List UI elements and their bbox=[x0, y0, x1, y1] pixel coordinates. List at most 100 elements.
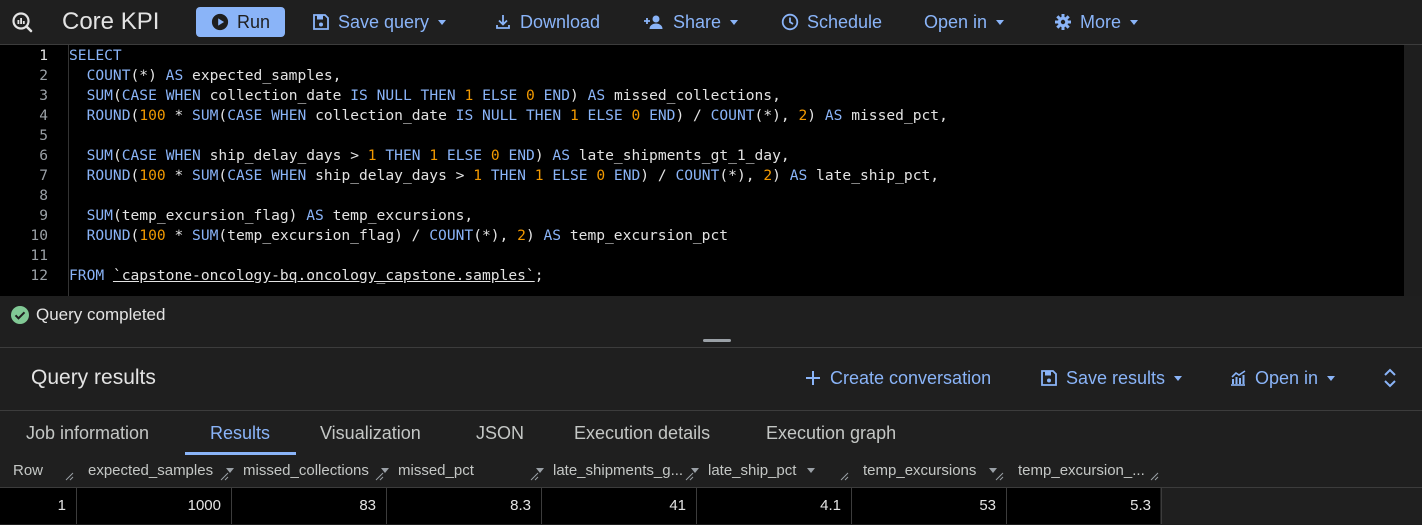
table-cell[interactable]: 1000 bbox=[77, 488, 232, 524]
save-icon bbox=[313, 14, 329, 30]
table-cell[interactable]: 4.1 bbox=[697, 488, 852, 524]
column-header-label: temp_excursions bbox=[863, 462, 977, 479]
line-number-gutter: 1 2 3 4 5 6 7 8 9 10 11 12 bbox=[0, 45, 58, 296]
chevron-down-icon bbox=[1174, 376, 1183, 381]
open-in-button[interactable]: Open in bbox=[924, 0, 1005, 44]
schedule-button[interactable]: Schedule bbox=[781, 0, 882, 44]
panel-divider bbox=[0, 347, 1422, 348]
column-header[interactable]: temp_excursions bbox=[863, 455, 1003, 487]
download-label: Download bbox=[520, 11, 601, 32]
column-resize-handle[interactable] bbox=[994, 471, 1004, 481]
column-header-label: missed_collections bbox=[243, 462, 369, 479]
tab-job-information[interactable]: Job information bbox=[26, 411, 149, 455]
column-header-label: late_ship_pct bbox=[708, 462, 797, 479]
share-label: Share bbox=[673, 11, 722, 32]
line-number: 10 bbox=[30, 227, 48, 244]
line-number: 7 bbox=[39, 167, 48, 184]
status-text: Query completed bbox=[36, 305, 166, 324]
line-number: 1 bbox=[39, 47, 48, 64]
column-header[interactable]: missed_collections bbox=[243, 455, 383, 487]
more-label: More bbox=[1080, 11, 1122, 32]
column-resize-handle[interactable] bbox=[374, 471, 384, 481]
line-number: 5 bbox=[39, 127, 48, 144]
tab-results[interactable]: Results bbox=[210, 411, 270, 455]
column-header-label: missed_pct bbox=[398, 462, 474, 479]
code-line[interactable]: ROUND(100 * SUM(CASE WHEN ship_delay_day… bbox=[69, 166, 939, 186]
run-button[interactable]: Run bbox=[196, 7, 285, 37]
code-line[interactable]: SUM(CASE WHEN collection_date IS NULL TH… bbox=[69, 86, 781, 106]
query-status: Query completed bbox=[10, 302, 165, 328]
table-cell[interactable]: 5.3 bbox=[1007, 488, 1162, 524]
chevron-down-icon bbox=[730, 20, 739, 25]
column-resize-handle[interactable] bbox=[64, 471, 74, 481]
column-header-label: temp_excursion_... bbox=[1018, 462, 1145, 479]
results-tabs: Job information Results Visualization JS… bbox=[0, 410, 1422, 456]
table-cell[interactable]: 83 bbox=[232, 488, 387, 524]
code-line[interactable]: ROUND(100 * SUM(CASE WHEN collection_dat… bbox=[69, 106, 948, 126]
column-header-label: expected_samples bbox=[88, 462, 214, 479]
check-circle-icon bbox=[11, 306, 29, 324]
column-header[interactable]: expected_samples bbox=[88, 455, 228, 487]
save-results-button[interactable]: Save results bbox=[1040, 366, 1183, 390]
tab-execution-details[interactable]: Execution details bbox=[574, 411, 710, 455]
code-line[interactable]: COUNT(*) AS expected_samples, bbox=[69, 66, 342, 86]
create-conversation-label: Create conversation bbox=[830, 367, 992, 388]
column-resize-handle[interactable] bbox=[529, 471, 539, 481]
tab-execution-graph[interactable]: Execution graph bbox=[766, 411, 896, 455]
query-title[interactable]: Core KPI bbox=[62, 0, 159, 44]
column-resize-handle[interactable] bbox=[219, 471, 229, 481]
column-resize-handle[interactable] bbox=[839, 471, 849, 481]
line-number: 8 bbox=[39, 187, 48, 204]
run-button-label: Run bbox=[236, 11, 271, 32]
create-conversation-button[interactable]: Create conversation bbox=[804, 366, 991, 390]
column-header[interactable]: missed_pct bbox=[398, 455, 538, 487]
download-button[interactable]: Download bbox=[494, 0, 600, 44]
chart-icon bbox=[1231, 370, 1246, 386]
bigquery-logo-icon bbox=[10, 0, 34, 44]
unfold-icon bbox=[1384, 368, 1396, 388]
play-icon bbox=[211, 13, 229, 31]
more-button[interactable]: More bbox=[1054, 0, 1139, 44]
editor-scrollbar[interactable] bbox=[1404, 45, 1422, 296]
tab-visualization[interactable]: Visualization bbox=[320, 411, 421, 455]
chevron-down-icon bbox=[1327, 376, 1336, 381]
column-header[interactable]: temp_excursion_... bbox=[1018, 455, 1158, 487]
column-resize-handle[interactable] bbox=[1149, 471, 1159, 481]
results-title: Query results bbox=[31, 366, 156, 389]
table-cell[interactable]: 1 bbox=[0, 488, 77, 524]
schedule-label: Schedule bbox=[807, 11, 883, 32]
line-number: 2 bbox=[39, 67, 48, 84]
plus-icon bbox=[806, 371, 820, 385]
open-in-label: Open in bbox=[924, 11, 988, 32]
code-line[interactable]: FROM `capstone-oncology-bq.oncology_caps… bbox=[69, 266, 544, 286]
code-line[interactable]: SUM(CASE WHEN ship_delay_days > 1 THEN 1… bbox=[69, 146, 790, 166]
sort-icon[interactable] bbox=[806, 455, 816, 487]
code-line[interactable]: SUM(temp_excursion_flag) AS temp_excursi… bbox=[69, 206, 474, 226]
table-row[interactable]: 1 1000 83 8.3 41 4.1 53 5.3 bbox=[0, 488, 1162, 524]
sql-editor[interactable]: 1 2 3 4 5 6 7 8 9 10 11 12 SELECT COUNT(… bbox=[0, 45, 1422, 296]
table-cell[interactable]: 53 bbox=[852, 488, 1007, 524]
chevron-down-icon bbox=[1130, 20, 1139, 25]
top-toolbar: Core KPI Run Save query Download Share S… bbox=[0, 0, 1422, 45]
save-icon bbox=[1041, 370, 1057, 386]
column-header[interactable]: late_ship_pct bbox=[708, 455, 848, 487]
code-line[interactable]: SELECT bbox=[69, 46, 122, 66]
code-line[interactable]: ROUND(100 * SUM(temp_excursion_flag) / C… bbox=[69, 226, 728, 246]
table-header: Row expected_samples missed_collections … bbox=[0, 455, 1422, 488]
results-open-in-button[interactable]: Open in bbox=[1229, 366, 1336, 390]
expand-collapse-button[interactable] bbox=[1381, 366, 1399, 390]
table-cell[interactable]: 8.3 bbox=[387, 488, 542, 524]
line-number: 9 bbox=[39, 207, 48, 224]
column-header[interactable]: late_shipments_g... bbox=[553, 455, 693, 487]
chevron-down-icon bbox=[438, 20, 447, 25]
table-cell[interactable]: 41 bbox=[542, 488, 697, 524]
share-button[interactable]: Share bbox=[643, 0, 739, 44]
save-query-button[interactable]: Save query bbox=[312, 0, 447, 44]
save-query-label: Save query bbox=[338, 11, 430, 32]
clock-icon bbox=[781, 13, 799, 31]
column-resize-handle[interactable] bbox=[684, 471, 694, 481]
resize-handle[interactable] bbox=[703, 339, 731, 342]
tab-json[interactable]: JSON bbox=[476, 411, 524, 455]
save-results-label: Save results bbox=[1066, 367, 1166, 388]
column-header[interactable]: Row bbox=[13, 455, 65, 487]
